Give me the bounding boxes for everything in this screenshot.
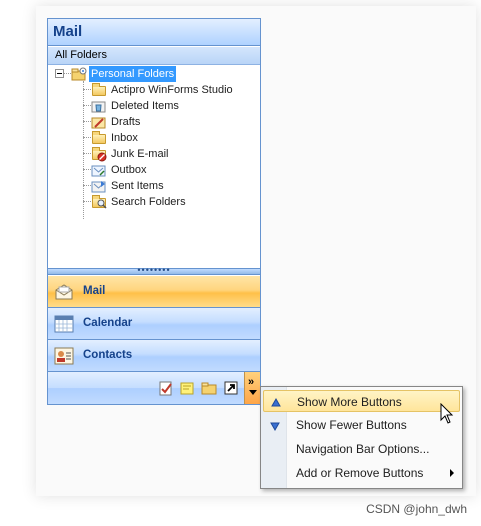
shortcuts-icon[interactable] <box>223 380 239 396</box>
folder-list-icon[interactable] <box>201 380 217 396</box>
drafts-icon <box>91 115 107 129</box>
tree-guide-line <box>83 185 91 186</box>
tree-node-label: Junk E-mail <box>111 148 169 160</box>
personal-folders-icon <box>71 67 87 81</box>
folder-icon <box>91 83 107 97</box>
menu-item-label: Add or Remove Buttons <box>296 466 424 480</box>
menu-item-label: Navigation Bar Options... <box>296 442 430 456</box>
menu-item-show-more-buttons[interactable]: Show More Buttons <box>263 390 460 412</box>
nav-button-contacts[interactable]: Contacts <box>48 340 260 372</box>
splitter-grip: •••••••• <box>137 265 171 275</box>
pane-title: Mail <box>53 23 83 40</box>
junk-email-icon <box>91 147 107 162</box>
menu-item-show-fewer-buttons[interactable]: Show Fewer Buttons <box>263 414 460 436</box>
menu-item-label: Show More Buttons <box>297 395 402 409</box>
menu-item-add-or-remove-buttons[interactable]: Add or Remove Buttons <box>263 462 460 484</box>
inbox-icon <box>91 131 107 145</box>
folder-tree[interactable]: Personal Folders Actipro WinForms Studio… <box>48 66 260 268</box>
nav-button-mail[interactable]: Mail <box>48 276 260 308</box>
folder-list-header: All Folders <box>48 47 260 65</box>
menu-item-label: Show Fewer Buttons <box>296 418 407 432</box>
show-fewer-icon <box>270 420 280 432</box>
tree-guide-line <box>83 201 91 202</box>
tree-node-label: Inbox <box>111 132 138 144</box>
configure-buttons-button[interactable]: » <box>244 372 260 404</box>
tasks-icon[interactable] <box>158 380 174 396</box>
folder-list-header-label: All Folders <box>55 49 107 61</box>
nav-button-label: Mail <box>83 285 106 297</box>
nav-overflow-bar: » <box>48 372 260 404</box>
tree-guide-line <box>63 73 71 74</box>
watermark-text: CSDN @john_dwh <box>366 502 467 516</box>
mouse-pointer-icon <box>440 403 454 424</box>
navigation-pane: Mail All Folders Personal Folders Actipr… <box>47 18 261 405</box>
mail-icon <box>54 283 74 301</box>
tree-node-label: Drafts <box>111 116 141 128</box>
outbox-icon <box>91 163 107 177</box>
tree-node-label: Deleted Items <box>111 100 179 112</box>
tree-guide-line <box>83 89 91 90</box>
overflow-chevron-icon: » <box>248 376 255 388</box>
search-folders-icon <box>91 195 107 209</box>
nav-button-calendar[interactable]: Calendar <box>48 308 260 340</box>
collapse-toggle[interactable] <box>55 69 64 78</box>
menu-item-navigation-bar-options[interactable]: Navigation Bar Options... <box>263 438 460 460</box>
calendar-icon <box>54 315 74 333</box>
tree-node-label: Actipro WinForms Studio <box>111 84 233 96</box>
tree-guide-line <box>83 137 91 138</box>
pane-splitter[interactable]: •••••••• <box>48 265 260 275</box>
tree-guide-line <box>83 153 91 154</box>
tree-guide-line <box>83 105 91 106</box>
deleted-items-icon <box>91 99 107 113</box>
dropdown-arrow-icon <box>249 390 257 395</box>
pane-header: Mail <box>48 19 260 46</box>
tree-node-label: Outbox <box>111 164 147 176</box>
tree-guide-line <box>83 81 84 219</box>
tree-node-label: Search Folders <box>111 196 186 208</box>
nav-button-label: Calendar <box>83 317 133 329</box>
tree-guide-line <box>83 121 91 122</box>
nav-button-label: Contacts <box>83 349 133 361</box>
notes-icon[interactable] <box>179 380 195 396</box>
contacts-icon <box>54 347 74 365</box>
configure-buttons-menu: Show More Buttons Show Fewer Buttons Nav… <box>260 386 463 489</box>
show-more-icon <box>271 397 281 407</box>
sent-items-icon <box>91 179 107 193</box>
tree-node-label: Sent Items <box>111 180 164 192</box>
submenu-arrow-icon <box>450 469 454 477</box>
tree-guide-line <box>83 169 91 170</box>
tree-node-label: Personal Folders <box>89 66 177 82</box>
